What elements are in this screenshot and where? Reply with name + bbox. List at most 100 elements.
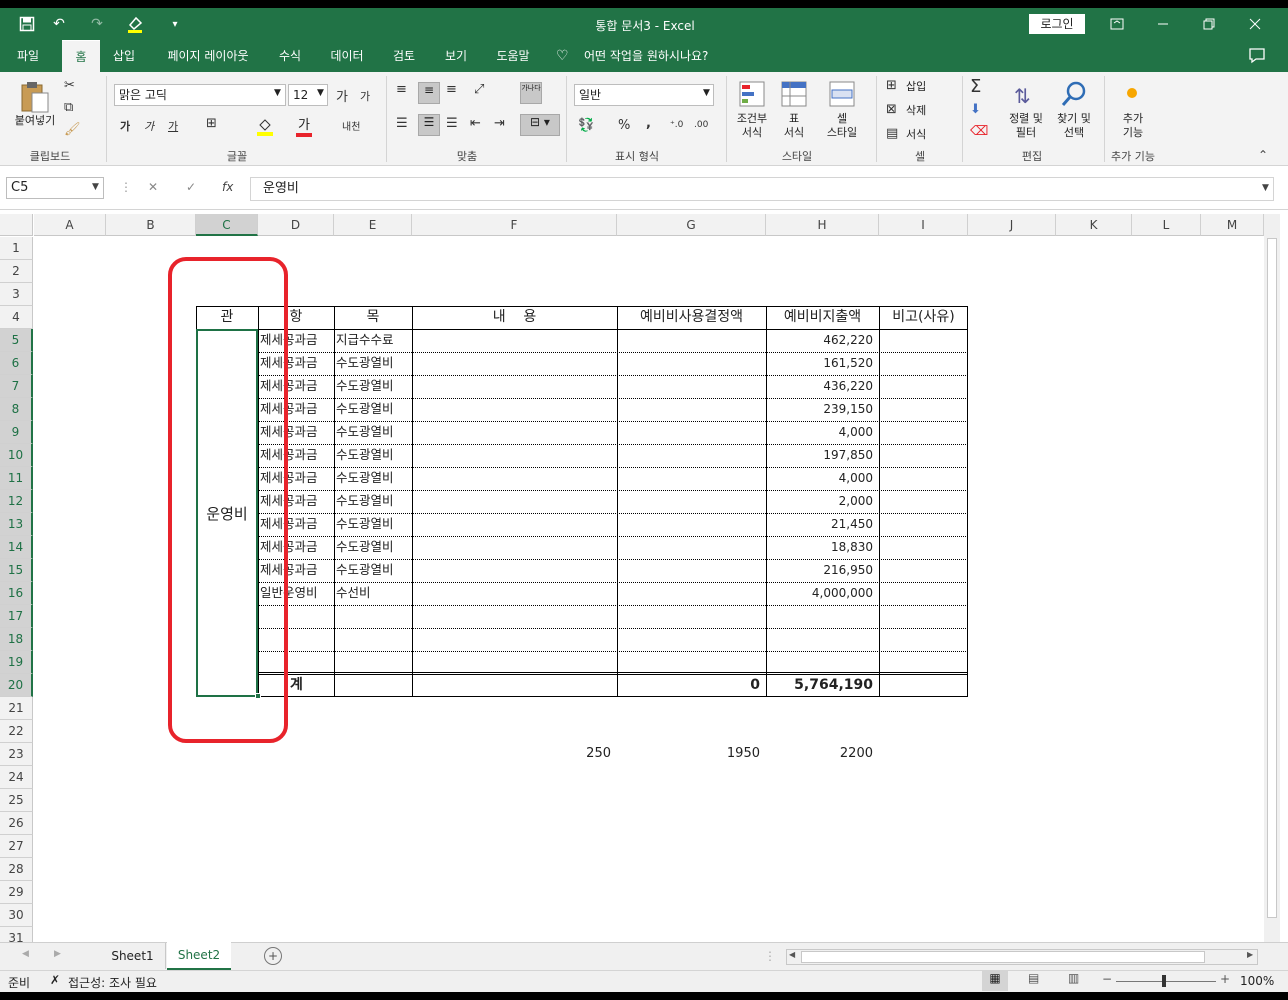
row-header-14[interactable]: 14 (0, 536, 33, 559)
find-select-icon[interactable] (1060, 80, 1088, 111)
save-icon[interactable] (16, 13, 38, 35)
column-header-l[interactable]: L (1132, 214, 1201, 236)
chevron-down-icon[interactable]: ▼ (92, 182, 99, 192)
row-header-9[interactable]: 9 (0, 421, 33, 444)
table-cell-hang[interactable]: 제세공과금 (260, 352, 334, 375)
row-header-6[interactable]: 6 (0, 352, 33, 375)
page-break-view-icon[interactable]: ▥ (1068, 971, 1079, 985)
name-box[interactable]: C5 (6, 177, 104, 199)
column-header-i[interactable]: I (879, 214, 968, 236)
row-header-27[interactable]: 27 (0, 835, 33, 858)
table-cell-hang[interactable]: 제세공과금 (260, 329, 334, 352)
horizontal-scroll-thumb[interactable] (801, 951, 1205, 963)
column-header-a[interactable]: A (34, 214, 106, 236)
number-format-select[interactable]: 일반 (574, 84, 714, 106)
table-cell-hang[interactable]: 일반운영비 (260, 582, 334, 605)
row-header-28[interactable]: 28 (0, 858, 33, 881)
page-layout-view-icon[interactable]: ▤ (1028, 971, 1039, 985)
zoom-in-icon[interactable]: + (1220, 972, 1230, 986)
total-expense[interactable]: 5,764,190 (766, 674, 879, 697)
row-header-5[interactable]: 5 (0, 329, 33, 352)
accessibility-status[interactable]: 접근성: 조사 필요 (68, 974, 157, 991)
tab-page-layout[interactable]: 페이지 레이아웃 (156, 40, 260, 72)
cut-icon[interactable]: ✂ (64, 78, 75, 93)
add-ins-button[interactable]: 추가 기능 (1112, 112, 1154, 140)
zoom-out-icon[interactable]: − (1102, 972, 1112, 986)
row-header-12[interactable]: 12 (0, 490, 33, 513)
collapse-ribbon-icon[interactable]: ⌃ (1258, 148, 1268, 162)
minimize-icon[interactable] (1152, 13, 1174, 35)
table-cell-mok[interactable]: 수도광열비 (336, 421, 412, 444)
table-cell-mok[interactable]: 수도광열비 (336, 536, 412, 559)
table-cell-expense[interactable]: 216,950 (766, 559, 879, 582)
tab-help[interactable]: 도움말 (488, 40, 538, 72)
normal-view-icon[interactable]: ▦ (982, 971, 1008, 991)
row-header-21[interactable]: 21 (0, 697, 33, 720)
expand-formula-icon[interactable]: ▼ (1262, 183, 1269, 193)
format-as-table-icon[interactable] (780, 80, 808, 111)
sheet-tab-sheet1[interactable]: Sheet1 (100, 943, 166, 969)
align-bottom-icon[interactable]: ≡ (446, 82, 457, 97)
row-header-15[interactable]: 15 (0, 559, 33, 582)
grow-font-button[interactable]: 가 (336, 86, 348, 105)
conditional-format-icon[interactable] (738, 80, 766, 111)
accounting-icon[interactable]: 💱 (578, 118, 594, 133)
increase-indent-icon[interactable]: ⇥ (494, 116, 505, 131)
table-cell-expense[interactable]: 4,000,000 (766, 582, 879, 605)
insert-cells-icon[interactable]: ⊞ (886, 78, 897, 93)
table-cell-hang[interactable]: 제세공과금 (260, 536, 334, 559)
sort-filter-icon[interactable]: ⇅ (1014, 84, 1031, 108)
vertical-scroll-thumb[interactable] (1267, 238, 1277, 918)
column-header-e[interactable]: E (334, 214, 412, 236)
table-cell-hang[interactable]: 제세공과금 (260, 467, 334, 490)
table-cell-mok[interactable]: 수도광열비 (336, 467, 412, 490)
merged-cell-operating-cost[interactable]: 운영비 (196, 329, 258, 697)
table-cell-expense[interactable]: 239,150 (766, 398, 879, 421)
orientation-icon[interactable]: ⤢ (474, 82, 484, 97)
row-header-30[interactable]: 30 (0, 904, 33, 927)
accessibility-icon[interactable]: ✗ (50, 973, 60, 987)
cell-h23[interactable]: 2200 (766, 743, 879, 766)
table-cell-mok[interactable]: 수도광열비 (336, 490, 412, 513)
table-cell-expense[interactable]: 4,000 (766, 421, 879, 444)
vertical-scrollbar[interactable] (1264, 214, 1280, 942)
insert-cells-button[interactable]: 삽입 (906, 80, 926, 94)
column-header-d[interactable]: D (258, 214, 334, 236)
select-all-corner[interactable] (0, 214, 33, 236)
row-header-7[interactable]: 7 (0, 375, 33, 398)
table-cell-expense[interactable]: 4,000 (766, 467, 879, 490)
tab-formulas[interactable]: 수식 (270, 40, 310, 72)
sheet-tab-sheet2[interactable]: Sheet2 (167, 942, 231, 971)
table-cell-mok[interactable]: 수도광열비 (336, 352, 412, 375)
row-header-25[interactable]: 25 (0, 789, 33, 812)
total-decision[interactable]: 0 (617, 674, 766, 697)
add-sheet-button[interactable]: + (264, 947, 282, 965)
italic-button[interactable]: 가 (144, 118, 154, 134)
row-header-8[interactable]: 8 (0, 398, 33, 421)
phonetic-button[interactable]: 내천 (342, 118, 360, 133)
tab-review[interactable]: 검토 (384, 40, 424, 72)
table-cell-hang[interactable]: 제세공과금 (260, 444, 334, 467)
percent-button[interactable]: % (618, 118, 630, 133)
row-header-29[interactable]: 29 (0, 881, 33, 904)
undo-icon[interactable]: ↶ (48, 13, 70, 35)
table-cell-hang[interactable]: 제세공과금 (260, 375, 334, 398)
zoom-slider[interactable] (1116, 981, 1216, 982)
header-gwan[interactable]: 관 (196, 306, 258, 329)
wrap-text-button[interactable]: 가나다 (520, 82, 542, 104)
tabs-splitter-icon[interactable]: ⋮ (764, 949, 776, 963)
table-cell-mok[interactable]: 수도광열비 (336, 375, 412, 398)
align-left-icon[interactable]: ☰ (396, 116, 408, 131)
fill-color-icon[interactable] (256, 116, 274, 139)
borders-icon[interactable]: ⊞ (206, 116, 217, 131)
table-cell-mok[interactable]: 수선비 (336, 582, 412, 605)
row-header-16[interactable]: 16 (0, 582, 33, 605)
insert-function-button[interactable]: fx (222, 180, 233, 194)
column-header-c[interactable]: C (196, 214, 258, 236)
format-cells-button[interactable]: 서식 (906, 128, 926, 142)
ribbon-display-icon[interactable] (1106, 13, 1128, 35)
tab-file[interactable]: 파일 (6, 40, 50, 72)
align-center-icon[interactable]: ☰ (418, 114, 440, 136)
table-cell-hang[interactable]: 제세공과금 (260, 421, 334, 444)
copy-icon[interactable]: ⧉ (64, 100, 73, 115)
